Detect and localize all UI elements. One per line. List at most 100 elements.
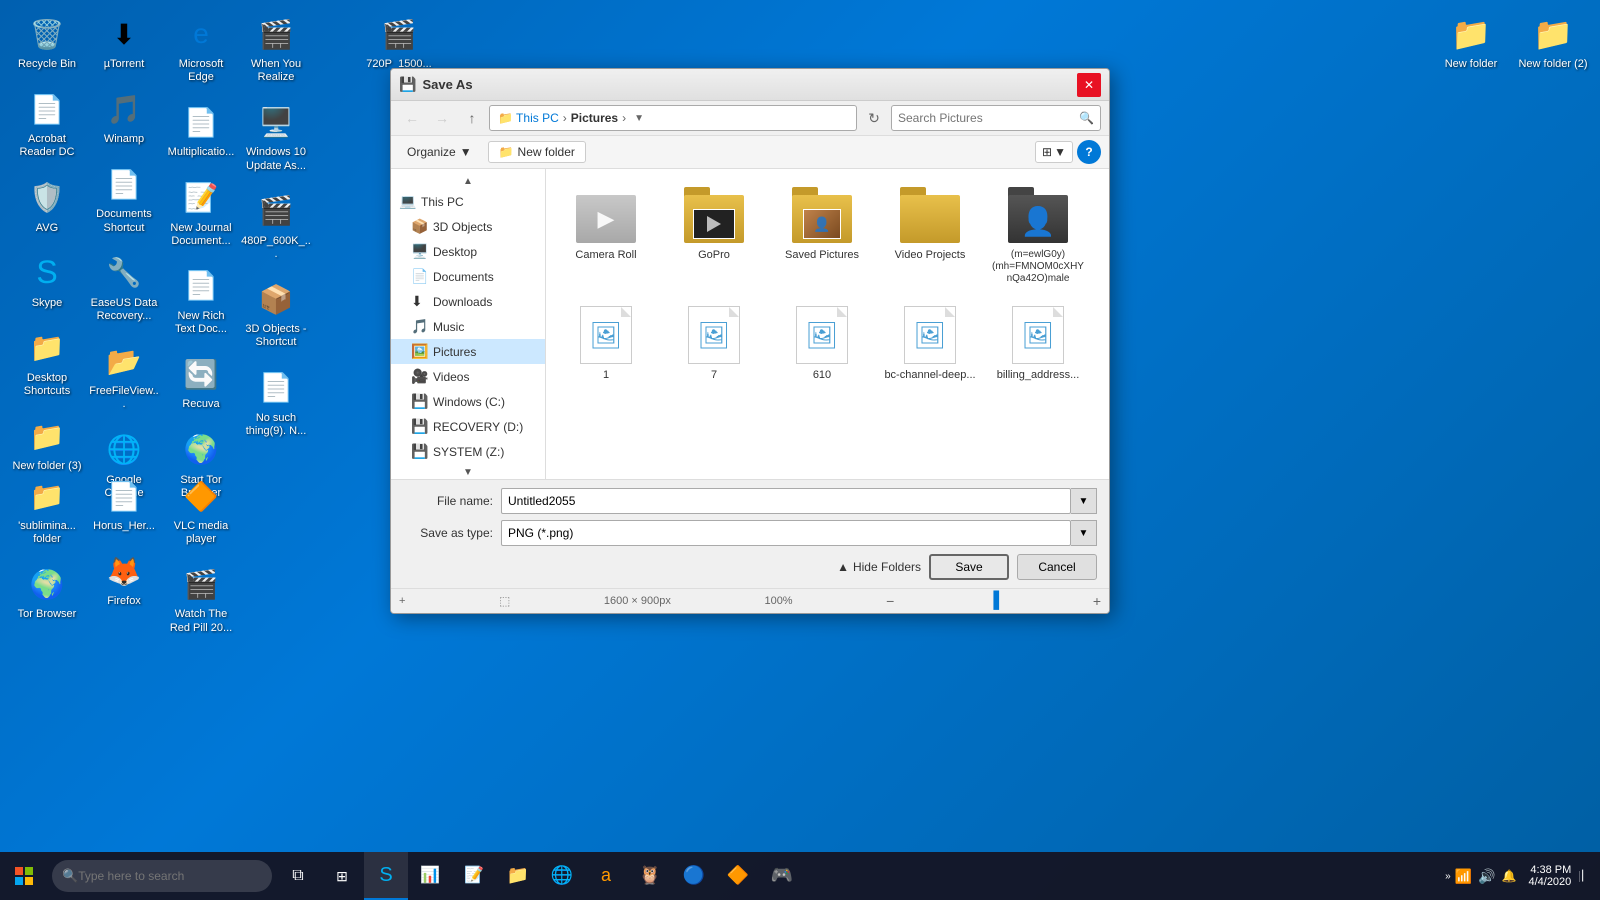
filename-row: File name: ▼ [403,488,1097,514]
help-button[interactable]: ? [1077,140,1101,164]
taskbar-snap-icon[interactable]: ⊞ [320,852,364,900]
taskbar-app-word[interactable]: 📝 [452,852,496,900]
hide-folders-button[interactable]: ▲ Hide Folders [837,560,921,574]
camera-roll-folder-icon: ▶ [571,185,641,245]
dialog-body: ▲ 💻 This PC 📦 3D Objects 🖥️ Desktop [391,169,1109,479]
this-pc-icon: 💻 [399,193,415,210]
pictures-nav-icon: 🖼️ [411,343,427,360]
nav-panel: ▲ 💻 This PC 📦 3D Objects 🖥️ Desktop [391,169,546,479]
view-options-button[interactable]: ⊞ ▼ [1035,141,1073,163]
taskbar: 🔍 ⧉ ⊞ S 📊 📝 📁 🌐 a 🦉 🔵 🔶 🎮 » 📶 🔊 🔔 4:38 P… [0,852,1600,900]
taskbar-app-unknown[interactable]: 🔵 [672,852,716,900]
file-area: ▶ Camera Roll [546,169,1109,479]
nav-item-music[interactable]: 🎵 Music [391,314,545,339]
search-bar[interactable]: 🔍 [891,105,1101,131]
nav-item-this-pc[interactable]: 💻 This PC [391,189,545,214]
taskbar-app-tripadvisor[interactable]: 🦉 [628,852,672,900]
view-arrow: ▼ [1054,145,1066,159]
recovery-d-icon: 💾 [411,418,427,435]
nav-item-documents[interactable]: 📄 Documents [391,264,545,289]
dialog-title-text: Save As [422,77,1077,92]
network-icon[interactable]: 📶 [1455,868,1472,885]
dark-profile-folder-icon: 👤 [1003,185,1073,245]
taskbar-search-bar[interactable]: 🔍 [52,860,272,892]
file-item-img5[interactable]: 🖼 billing_address... [988,299,1088,388]
file-item-img2[interactable]: 🖼 7 [664,299,764,388]
save-button[interactable]: Save [929,554,1009,580]
file-item-saved-pictures[interactable]: 👤 Saved Pictures [772,179,872,291]
up-button[interactable]: ↑ [459,105,485,131]
zoom-in-btn[interactable]: + [1093,593,1101,609]
filetype-row: Save as type: PNG (*.png) ▼ [403,520,1097,546]
windows-logo-icon [15,867,33,885]
nav-item-videos[interactable]: 🎥 Videos [391,364,545,389]
file-grid: ▶ Camera Roll [556,179,1099,388]
zoom-slider[interactable]: ▐ [988,592,999,610]
new-folder-button[interactable]: 📁 New folder [488,141,586,163]
taskbar-app-skype[interactable]: S [364,852,408,900]
videos-nav-icon: 🎥 [411,368,427,385]
video-projects-folder-icon [895,185,965,245]
nav-item-desktop[interactable]: 🖥️ Desktop [391,239,545,264]
taskbar-app-browser[interactable]: 🌐 [540,852,584,900]
nav-item-downloads[interactable]: ⬇ Downloads [391,289,545,314]
nav-item-system-z[interactable]: 💾 SYSTEM (Z:) [391,439,545,464]
new-folder-label: New folder [518,145,575,159]
desktop-button[interactable]: ▏ [1579,871,1592,882]
organize-menu[interactable]: Organize ▼ [399,142,480,162]
taskbar-app-vlc2[interactable]: 🔶 [716,852,760,900]
zoom-out-btn[interactable]: − [886,593,894,609]
taskbar-chevron[interactable]: » [1445,871,1451,882]
nav-item-pictures[interactable]: 🖼️ Pictures [391,339,545,364]
address-crumb-pc[interactable]: 📁 This PC [498,111,559,125]
nav-item-3d-objects[interactable]: 📦 3D Objects [391,214,545,239]
dialog-overlay: 💾 Save As ✕ ← → ↑ 📁 This PC › Pictures ›… [0,0,1600,900]
file-item-dark-profile[interactable]: 👤 (m=ewlG0y)(mh=FMNOM0cXHYnQa42O)male [988,179,1088,291]
taskbar-app-excel[interactable]: 📊 [408,852,452,900]
nav-scroll-down[interactable]: ▼ [391,464,545,479]
taskbar-system-icons: 📶 🔊 🔔 [1455,868,1517,885]
volume-icon[interactable]: 🔊 [1478,868,1495,885]
address-bar[interactable]: 📁 This PC › Pictures › ▼ [489,105,857,131]
nav-item-recovery-d[interactable]: 💾 RECOVERY (D:) [391,414,545,439]
filename-dropdown-button[interactable]: ▼ [1071,488,1097,514]
cancel-button[interactable]: Cancel [1017,554,1097,580]
nav-item-windows-c[interactable]: 💾 Windows (C:) [391,389,545,414]
file-item-gopro[interactable]: GoPro [664,179,764,291]
hide-folders-arrow: ▲ [837,560,849,574]
file-item-img4[interactable]: 🖼 bc-channel-deep... [880,299,980,388]
filename-input[interactable] [501,488,1071,514]
file-item-img3[interactable]: 🖼 610 [772,299,872,388]
zoom-out-icon[interactable]: + [399,595,405,607]
filename-input-wrapper: ▼ [501,488,1097,514]
back-button[interactable]: ← [399,105,425,131]
taskbar-search-input[interactable] [78,869,238,883]
taskbar-app-explorer[interactable]: 📁 [496,852,540,900]
desktop-nav-icon: 🖥️ [411,243,427,260]
nav-scroll-up[interactable]: ▲ [391,173,545,189]
filetype-dropdown-button[interactable]: ▼ [1071,520,1097,546]
taskbar-app-amazon[interactable]: a [584,852,628,900]
new-folder-icon-btn: 📁 [499,145,514,159]
forward-button[interactable]: → [429,105,455,131]
search-input[interactable] [898,111,1075,125]
windows-c-icon: 💾 [411,393,427,410]
taskbar-clock[interactable]: 4:38 PM 4/4/2020 [1528,864,1571,888]
search-icon: 🔍 [1079,111,1094,125]
address-crumb-pictures[interactable]: Pictures [571,111,618,125]
file-item-video-projects[interactable]: Video Projects [880,179,980,291]
refresh-button[interactable]: ↻ [861,105,887,131]
file-item-img1[interactable]: 🖼 1 [556,299,656,388]
filetype-label: Save as type: [403,526,493,540]
snap-icon: ⬚ [499,594,510,608]
taskbar-right: » 📶 🔊 🔔 4:38 PM 4/4/2020 ▏ [1445,864,1600,888]
dialog-menu-bar: Organize ▼ 📁 New folder ⊞ ▼ ? [391,136,1109,169]
file-item-camera-roll[interactable]: ▶ Camera Roll [556,179,656,291]
img4-icon: 🖼 [895,305,965,365]
start-button[interactable] [0,852,48,900]
action-row: ▲ Hide Folders Save Cancel [403,554,1097,580]
taskbar-task-view[interactable]: ⧉ [276,852,320,900]
filetype-select[interactable]: PNG (*.png) [501,520,1071,546]
taskbar-app-game[interactable]: 🎮 [760,852,804,900]
dialog-close-button[interactable]: ✕ [1077,73,1101,97]
